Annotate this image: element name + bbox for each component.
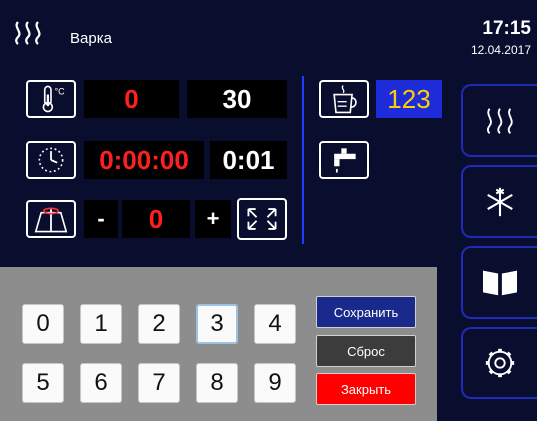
key-3[interactable]: 3 (196, 304, 238, 344)
key-6[interactable]: 6 (80, 363, 122, 403)
numeric-keypad: 0 1 2 3 4 5 6 7 8 9 Сохранить Сброс Закр… (0, 267, 437, 421)
steam-icon (10, 18, 48, 48)
clock-date: 12.04.2017 (470, 43, 531, 57)
sidebar-steam-button[interactable] (461, 84, 537, 157)
reset-button[interactable]: Сброс (316, 335, 416, 367)
fan-decrease-button[interactable]: - (84, 200, 118, 238)
key-0[interactable]: 0 (22, 304, 64, 344)
fan-icon[interactable] (26, 200, 76, 238)
gear-icon (485, 348, 515, 378)
clock-time: 17:15 (482, 18, 531, 39)
timer-elapsed-value: 0:00:00 (84, 141, 204, 179)
mode-title: Варка (70, 30, 112, 47)
key-2[interactable]: 2 (138, 304, 180, 344)
header-bar: Варка 17:15 12.04.2017 (0, 0, 537, 65)
temp-unit: °C (55, 87, 66, 97)
key-7[interactable]: 7 (138, 363, 180, 403)
key-5[interactable]: 5 (22, 363, 64, 403)
cup-icon[interactable] (319, 80, 369, 118)
fan-increase-button[interactable]: + (195, 200, 231, 238)
key-9[interactable]: 9 (254, 363, 296, 403)
key-8[interactable]: 8 (196, 363, 238, 403)
save-button[interactable]: Сохранить (316, 296, 416, 328)
thermometer-icon[interactable]: °C (26, 80, 76, 118)
divider (302, 76, 304, 244)
sidebar-freeze-button[interactable] (461, 165, 537, 238)
temp-target-value[interactable]: 30 (187, 80, 287, 118)
snowflake-icon (487, 187, 513, 217)
key-4[interactable]: 4 (254, 304, 296, 344)
temp-current-value: 0 (84, 80, 179, 118)
fan-value: 0 (122, 200, 190, 238)
expand-icon[interactable] (237, 198, 287, 240)
close-button[interactable]: Закрыть (316, 373, 416, 405)
sidebar-settings-button[interactable] (461, 327, 537, 399)
timer-set-value[interactable]: 0:01 (210, 141, 287, 179)
clock-icon[interactable] (26, 141, 76, 179)
tap-icon[interactable] (319, 141, 369, 179)
sidebar-book-button[interactable] (461, 246, 537, 319)
steam-icon (486, 108, 513, 135)
cup-value[interactable]: 123 (376, 80, 442, 118)
book-icon (482, 270, 518, 296)
key-1[interactable]: 1 (80, 304, 122, 344)
